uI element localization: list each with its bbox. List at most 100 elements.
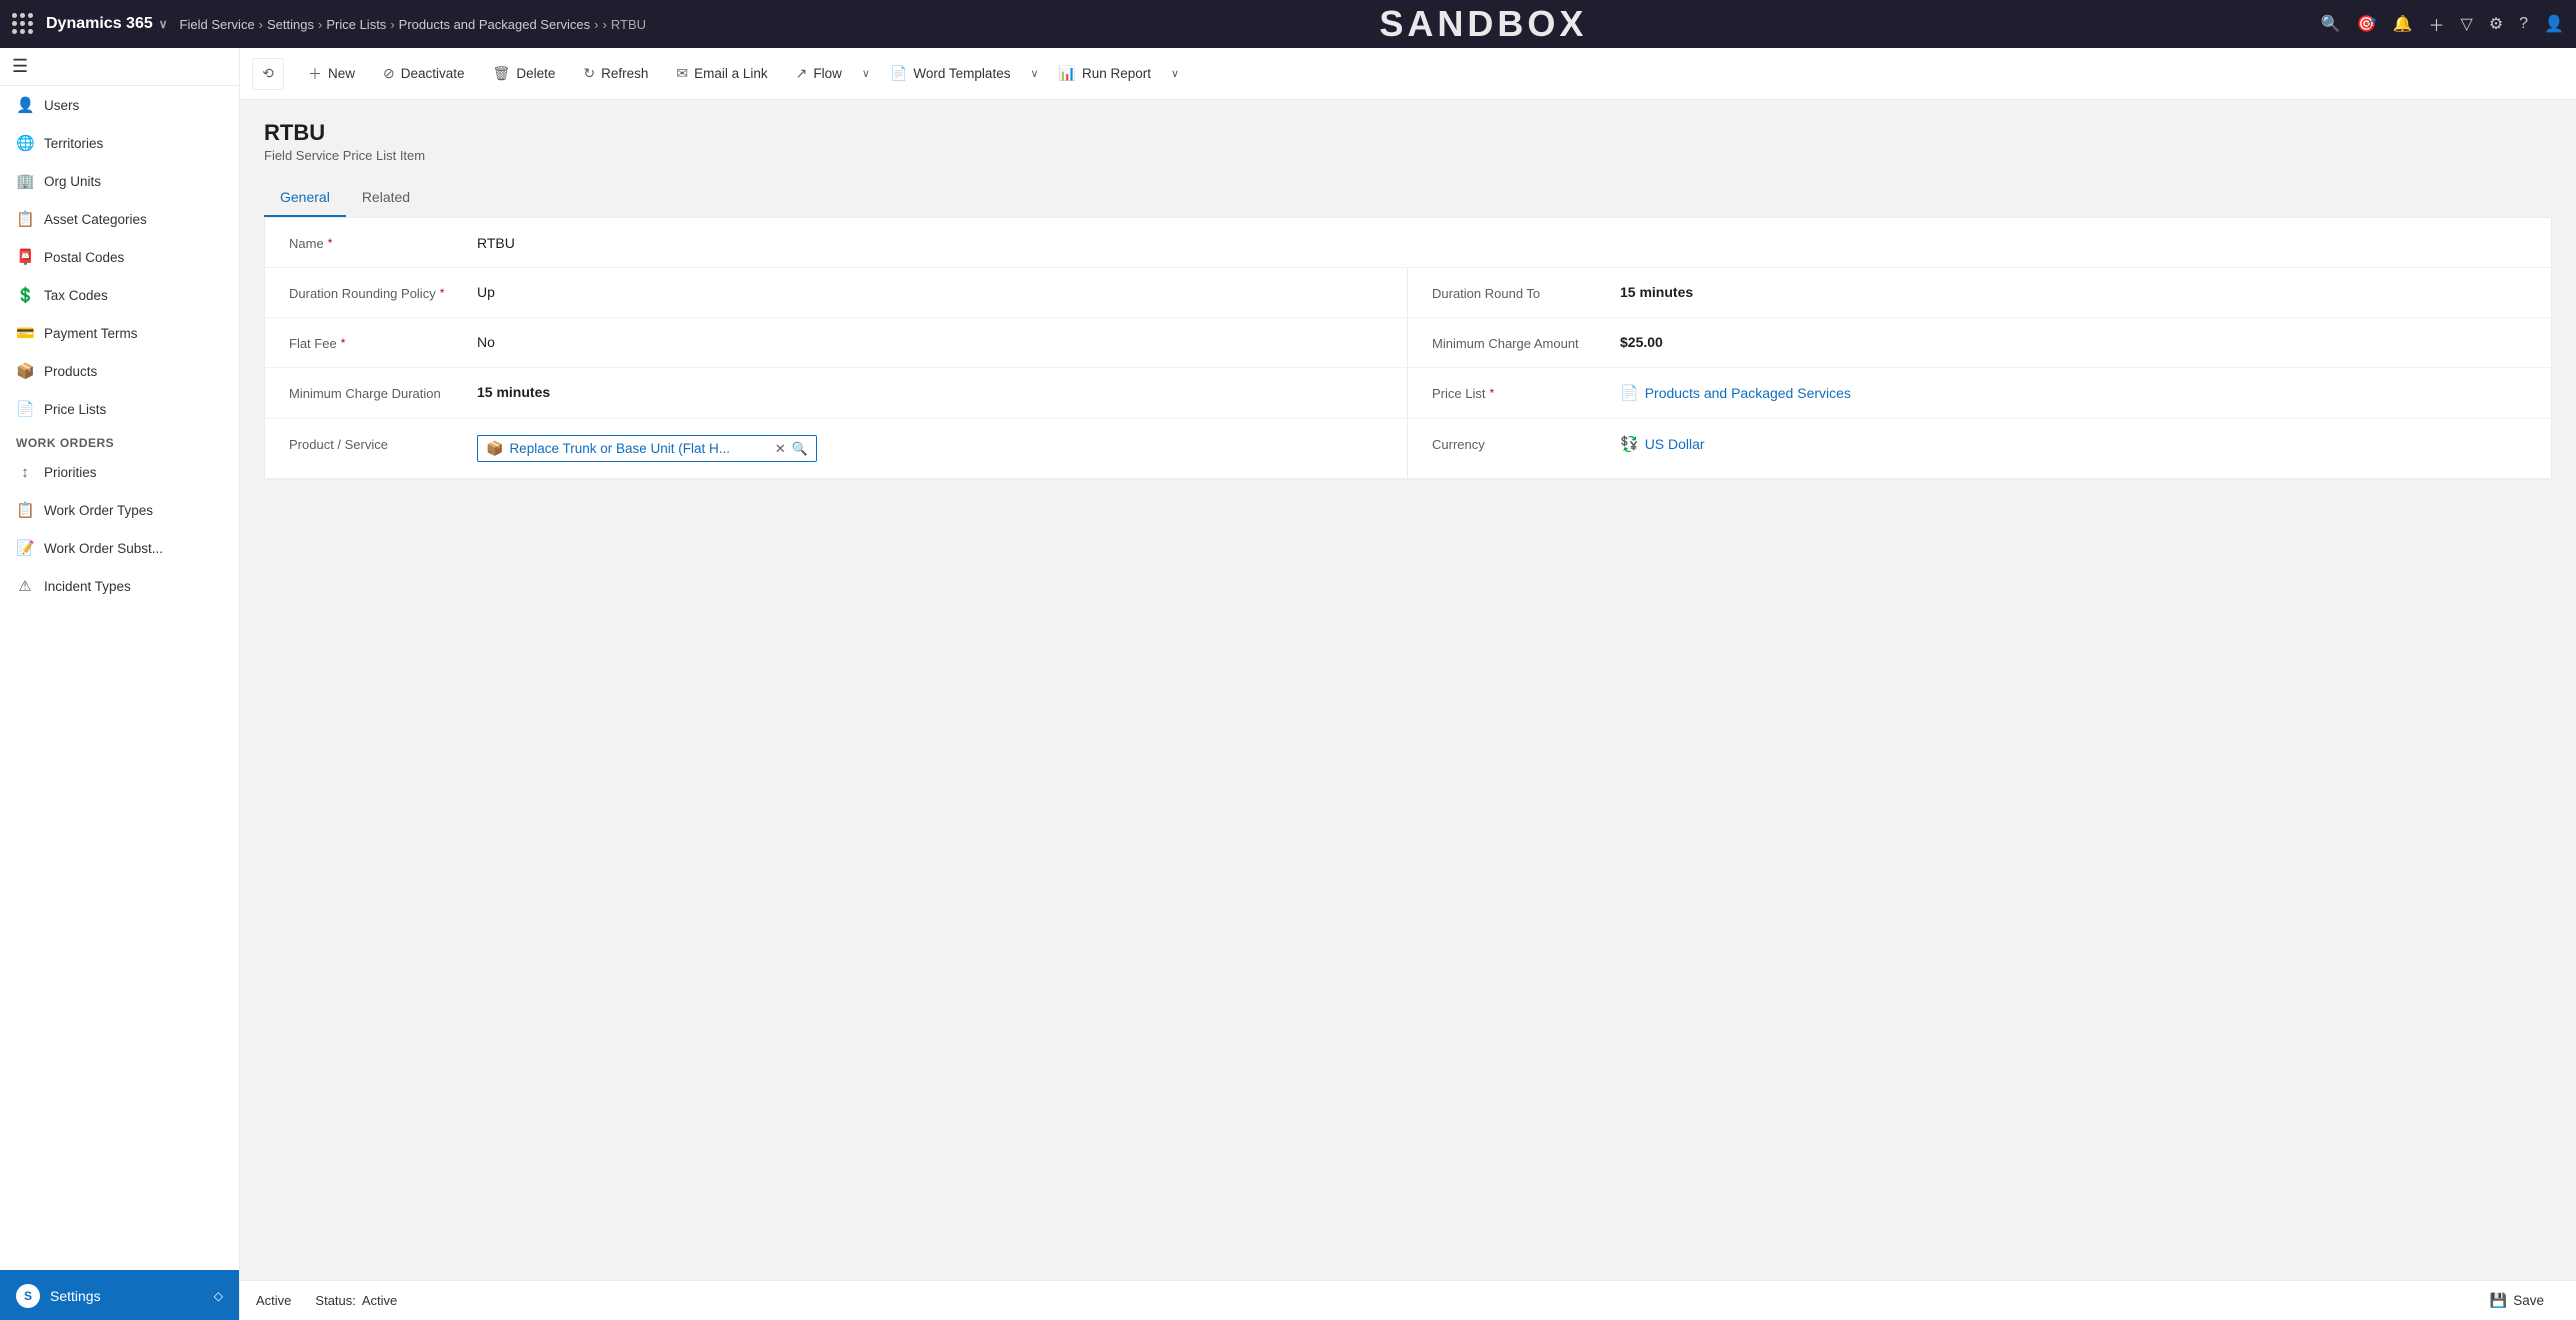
globe-icon: 🌐 <box>16 134 34 152</box>
refresh-icon: ↻ <box>583 65 595 82</box>
toolbar: ⟲ ＋ New ⊘ Deactivate 🗑 Delete ↻ Refresh … <box>240 48 2576 100</box>
form-cell-currency: Currency 💱 US Dollar <box>1408 419 2551 479</box>
product-service-clear-button[interactable]: ✕ <box>775 441 786 457</box>
breadcrumb-settings[interactable]: Settings <box>267 17 314 32</box>
word-templates-button[interactable]: 📄 Word Templates <box>878 59 1022 88</box>
sidebar-item-payment-terms[interactable]: 💳 Payment Terms <box>0 314 239 352</box>
sidebar-item-priorities[interactable]: ↕ Priorities <box>0 454 239 491</box>
tax-icon: 💲 <box>16 286 34 304</box>
form-cell-min-charge-duration: Minimum Charge Duration 15 minutes <box>265 368 1408 419</box>
plus-icon[interactable]: ＋ <box>2428 12 2444 36</box>
refresh-button[interactable]: ↻ Refresh <box>571 59 660 88</box>
product-lookup-icon: 📦 <box>486 440 503 457</box>
product-service-search-button[interactable]: 🔍 <box>792 441 808 457</box>
save-button[interactable]: 💾 Save <box>2474 1286 2560 1315</box>
form-cell-duration-policy: Duration Rounding Policy * Up <box>265 268 1408 318</box>
email-link-button[interactable]: ✉ Email a Link <box>664 59 779 88</box>
postal-icon: 📮 <box>16 248 34 266</box>
navigate-back-button[interactable]: ⟲ <box>252 58 284 90</box>
app-name[interactable]: Dynamics 365 ∨ <box>46 15 168 33</box>
sidebar-item-org-units[interactable]: 🏢 Org Units <box>0 162 239 200</box>
priorities-icon: ↕ <box>16 464 34 481</box>
currency-value[interactable]: 💱 US Dollar <box>1620 435 2527 453</box>
sidebar-item-tax-codes[interactable]: 💲 Tax Codes <box>0 276 239 314</box>
form-cell-duration-round-to: Duration Round To 15 minutes <box>1408 268 2551 318</box>
price-list-required: * <box>1489 386 1494 400</box>
status-value: Active <box>362 1293 397 1308</box>
product-service-lookup[interactable]: 📦 Replace Trunk or Base Unit (Flat H... … <box>477 435 817 462</box>
products-icon: 📦 <box>16 362 34 380</box>
target-icon[interactable]: 🎯 <box>2357 14 2377 34</box>
sidebar-item-price-lists[interactable]: 📄 Price Lists <box>0 390 239 428</box>
deactivate-button[interactable]: ⊘ Deactivate <box>371 59 477 88</box>
status-active-label: Active <box>256 1293 291 1308</box>
page-title: RTBU <box>264 120 2552 146</box>
product-service-label: Product / Service <box>289 435 469 452</box>
status-bar: Active Status: Active 💾 Save <box>240 1280 2576 1320</box>
duration-policy-required: * <box>440 286 445 300</box>
sidebar-header: ☰ <box>0 48 239 86</box>
sidebar-item-territories[interactable]: 🌐 Territories <box>0 124 239 162</box>
breadcrumb-field-service[interactable]: Field Service <box>180 17 255 32</box>
hamburger-icon[interactable]: ☰ <box>12 56 28 76</box>
min-charge-amount-label: Minimum Charge Amount <box>1432 334 1612 351</box>
word-templates-dropdown-button[interactable]: ∨ <box>1026 61 1042 86</box>
search-icon[interactable]: 🔍 <box>2321 14 2341 34</box>
sidebar-item-incident-types[interactable]: ⚠ Incident Types <box>0 567 239 605</box>
status-text-label: Status: <box>315 1293 355 1308</box>
sidebar-item-users[interactable]: 👤 Users <box>0 86 239 124</box>
payment-icon: 💳 <box>16 324 34 342</box>
sidebar-item-work-order-subst[interactable]: 📝 Work Order Subst... <box>0 529 239 567</box>
work-order-subst-icon: 📝 <box>16 539 34 557</box>
app-launcher-icon[interactable] <box>12 13 34 35</box>
delete-button[interactable]: 🗑 Delete <box>481 59 568 88</box>
status-status-item: Status: Active <box>315 1293 397 1308</box>
form-cell-min-charge-amount: Minimum Charge Amount $25.00 <box>1408 318 2551 368</box>
sidebar-item-asset-categories[interactable]: 📋 Asset Categories <box>0 200 239 238</box>
page-subtitle: Field Service Price List Item <box>264 148 2552 163</box>
help-icon[interactable]: ? <box>2519 15 2528 33</box>
form-cell-flat-fee: Flat Fee * No <box>265 318 1408 368</box>
breadcrumb-products-packaged[interactable]: Products and Packaged Services <box>399 17 591 32</box>
deactivate-icon: ⊘ <box>383 65 395 82</box>
name-value: RTBU <box>477 235 2527 251</box>
sidebar-item-postal-codes[interactable]: 📮 Postal Codes <box>0 238 239 276</box>
breadcrumb-rtbu: › <box>603 17 607 32</box>
top-nav: Dynamics 365 ∨ Field Service › Settings … <box>0 0 2576 48</box>
asset-icon: 📋 <box>16 210 34 228</box>
work-order-types-icon: 📋 <box>16 501 34 519</box>
run-report-icon: 📊 <box>1059 65 1076 82</box>
content-area: ⟲ ＋ New ⊘ Deactivate 🗑 Delete ↻ Refresh … <box>240 48 2576 1320</box>
form-card: Name * RTBU Duration Rounding Policy * U… <box>264 217 2552 480</box>
price-list-value[interactable]: 📄 Products and Packaged Services <box>1620 384 2527 402</box>
org-icon: 🏢 <box>16 172 34 190</box>
currency-link-icon: 💱 <box>1620 435 1639 453</box>
run-report-button[interactable]: 📊 Run Report <box>1047 59 1163 88</box>
sidebar-item-products[interactable]: 📦 Products <box>0 352 239 390</box>
name-label: Name * <box>289 234 469 251</box>
sandbox-logo: SANDBOX <box>1379 3 1587 45</box>
settings-icon[interactable]: ⚙ <box>2489 14 2503 34</box>
tab-related[interactable]: Related <box>346 179 426 217</box>
currency-label: Currency <box>1432 435 1612 452</box>
run-report-dropdown-button[interactable]: ∨ <box>1167 61 1183 86</box>
form-row-name: Name * RTBU <box>265 218 2551 268</box>
flat-fee-required: * <box>341 336 346 350</box>
filter-icon[interactable]: ▽ <box>2461 14 2473 34</box>
sidebar-item-work-order-types[interactable]: 📋 Work Order Types <box>0 491 239 529</box>
page-content: RTBU Field Service Price List Item Gener… <box>240 100 2576 1280</box>
product-service-value: Replace Trunk or Base Unit (Flat H... <box>509 441 768 456</box>
sidebar-footer[interactable]: S Settings ◇ <box>0 1270 239 1320</box>
user-icon[interactable]: 👤 <box>2544 14 2564 34</box>
tab-general[interactable]: General <box>264 179 346 217</box>
breadcrumb-price-lists[interactable]: Price Lists <box>326 17 386 32</box>
breadcrumb-current: RTBU <box>611 17 646 32</box>
work-orders-section: Work Orders <box>0 428 239 454</box>
new-button[interactable]: ＋ New <box>296 58 367 90</box>
duration-round-to-value: 15 minutes <box>1620 284 2527 300</box>
bell-icon[interactable]: 🔔 <box>2393 14 2413 34</box>
main-layout: ☰ 👤 Users 🌐 Territories 🏢 Org Units 📋 As… <box>0 48 2576 1320</box>
flow-dropdown-button[interactable]: ∨ <box>858 61 874 86</box>
flow-button[interactable]: ↗ Flow <box>784 59 854 88</box>
min-charge-duration-label: Minimum Charge Duration <box>289 384 469 401</box>
